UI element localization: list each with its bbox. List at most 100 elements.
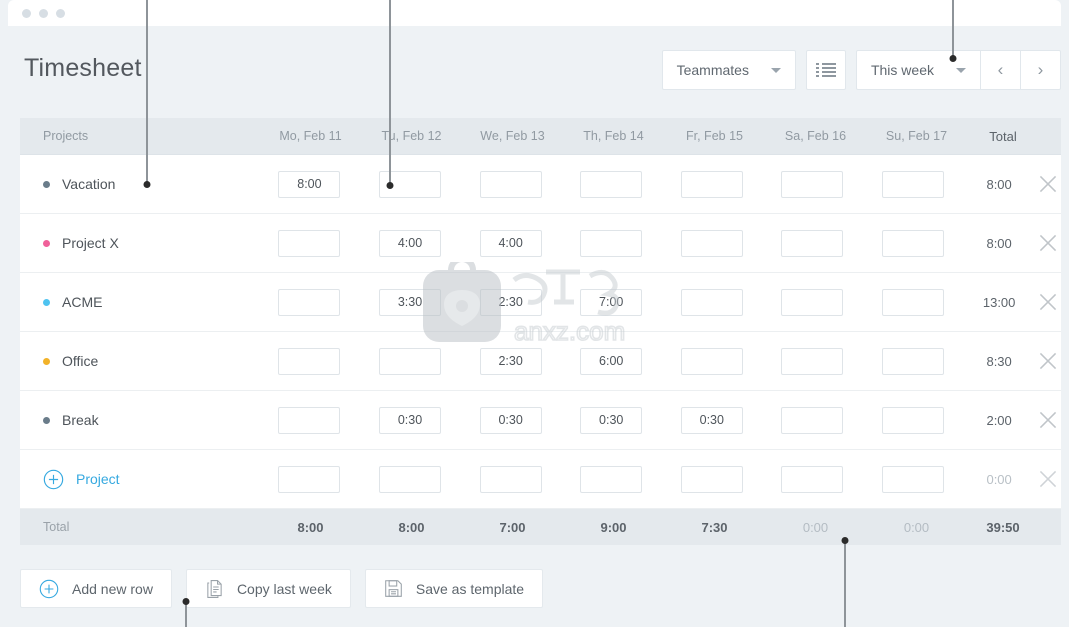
add-project-row: Project 0:00 [20, 450, 1061, 509]
time-input[interactable] [680, 288, 743, 316]
window-chrome [8, 0, 1061, 26]
timesheet-grid: Projects Mo, Feb 11 Tu, Feb 12 We, Feb 1… [20, 118, 1061, 545]
table-row: Office 8:30 [20, 332, 1061, 391]
time-input[interactable] [479, 288, 542, 316]
footer-actions: Add new row Copy last week Save as templ… [20, 569, 544, 608]
project-cell[interactable]: ACME [20, 294, 259, 310]
time-input[interactable] [680, 465, 743, 493]
project-name: Break [62, 412, 99, 428]
time-input[interactable] [680, 347, 743, 375]
project-color-dot [43, 180, 50, 188]
column-header-total: Total [989, 128, 1017, 144]
column-header-day-0: Mo, Feb 11 [279, 129, 342, 143]
week-range-dropdown[interactable]: This week [855, 50, 981, 90]
table-row: Break 2:00 [20, 391, 1061, 450]
day-total-3: 9:00 [600, 519, 627, 535]
time-input[interactable] [881, 288, 944, 316]
delete-row-icon[interactable] [1035, 289, 1061, 315]
time-input[interactable] [881, 465, 944, 493]
delete-row-icon[interactable] [1035, 407, 1061, 433]
window-dot-close[interactable] [22, 9, 31, 18]
time-input[interactable] [580, 288, 643, 316]
time-input[interactable] [881, 229, 944, 257]
time-input[interactable] [479, 347, 542, 375]
day-total-5: 0:00 [802, 519, 829, 535]
project-cell[interactable]: Vacation [20, 176, 259, 192]
day-total-6: 0:00 [903, 519, 930, 535]
time-input[interactable] [278, 406, 341, 434]
time-input[interactable] [379, 288, 442, 316]
grid-totals-row: Total 8:00 8:00 7:00 9:00 7:30 0:00 0:00… [20, 509, 1061, 545]
time-input[interactable] [580, 465, 643, 493]
project-cell[interactable]: Office [20, 353, 259, 369]
row-total: 8:00 [986, 235, 1012, 251]
time-input[interactable] [278, 170, 341, 198]
day-total-0: 8:00 [297, 519, 324, 535]
delete-row-icon[interactable] [1035, 171, 1061, 197]
time-input[interactable] [278, 288, 341, 316]
project-cell[interactable]: Break [20, 412, 259, 428]
time-input[interactable] [580, 347, 643, 375]
save-as-template-button[interactable]: Save as template [364, 569, 544, 608]
add-project-cell[interactable]: Project [20, 469, 259, 490]
time-input[interactable] [781, 465, 844, 493]
time-input[interactable] [580, 229, 643, 257]
save-as-template-label: Save as template [415, 580, 525, 597]
plus-circle-icon [39, 579, 59, 598]
copy-last-week-button[interactable]: Copy last week [185, 569, 351, 608]
row-total: 8:30 [986, 353, 1012, 369]
row-total: 0:00 [986, 471, 1012, 487]
time-input[interactable] [479, 170, 542, 198]
week-range-label: This week [870, 62, 934, 78]
plus-circle-icon [43, 469, 64, 489]
time-input[interactable] [479, 229, 542, 257]
time-input[interactable] [379, 170, 442, 198]
column-header-day-4: Fr, Feb 15 [686, 129, 743, 143]
day-total-1: 8:00 [398, 519, 425, 535]
project-cell[interactable]: Project X [20, 235, 259, 251]
teammates-dropdown[interactable]: Teammates [661, 50, 796, 90]
time-input[interactable] [379, 347, 442, 375]
delete-row-icon[interactable] [1035, 348, 1061, 374]
time-input[interactable] [680, 229, 743, 257]
time-input[interactable] [379, 229, 442, 257]
time-input[interactable] [580, 170, 643, 198]
time-input[interactable] [781, 170, 844, 198]
previous-week-button[interactable]: ‹ [981, 50, 1021, 90]
project-color-dot [43, 357, 50, 365]
time-input[interactable] [479, 406, 542, 434]
list-view-button[interactable] [805, 50, 846, 90]
delete-row-icon[interactable] [1035, 230, 1061, 256]
grid-header-row: Projects Mo, Feb 11 Tu, Feb 12 We, Feb 1… [20, 118, 1061, 155]
time-input[interactable] [781, 347, 844, 375]
chevron-left-icon: ‹ [997, 60, 1004, 79]
chevron-down-icon [770, 67, 781, 73]
day-total-2: 7:00 [499, 519, 526, 535]
time-input[interactable] [881, 347, 944, 375]
delete-row-icon[interactable] [1035, 466, 1061, 492]
project-color-dot [43, 298, 50, 306]
table-row: Vacation 8:00 [20, 155, 1061, 214]
time-input[interactable] [379, 465, 442, 493]
time-input[interactable] [781, 288, 844, 316]
time-input[interactable] [479, 465, 542, 493]
add-new-row-button[interactable]: Add new row [20, 569, 172, 608]
table-row: Project X 8:00 [20, 214, 1061, 273]
time-input[interactable] [379, 406, 442, 434]
time-input[interactable] [680, 170, 743, 198]
time-input[interactable] [680, 406, 743, 434]
next-week-button[interactable]: › [1021, 50, 1061, 90]
window-dot-maximize[interactable] [56, 9, 65, 18]
time-input[interactable] [781, 406, 844, 434]
time-input[interactable] [278, 347, 341, 375]
page-header: Timesheet Teammates This week ‹ › [0, 26, 1069, 118]
time-input[interactable] [781, 229, 844, 257]
time-input[interactable] [278, 229, 341, 257]
window-dots [22, 9, 65, 18]
time-input[interactable] [881, 170, 944, 198]
time-input[interactable] [881, 406, 944, 434]
window-dot-minimize[interactable] [39, 9, 48, 18]
day-total-4: 7:30 [701, 519, 728, 535]
time-input[interactable] [278, 465, 341, 493]
time-input[interactable] [580, 406, 643, 434]
